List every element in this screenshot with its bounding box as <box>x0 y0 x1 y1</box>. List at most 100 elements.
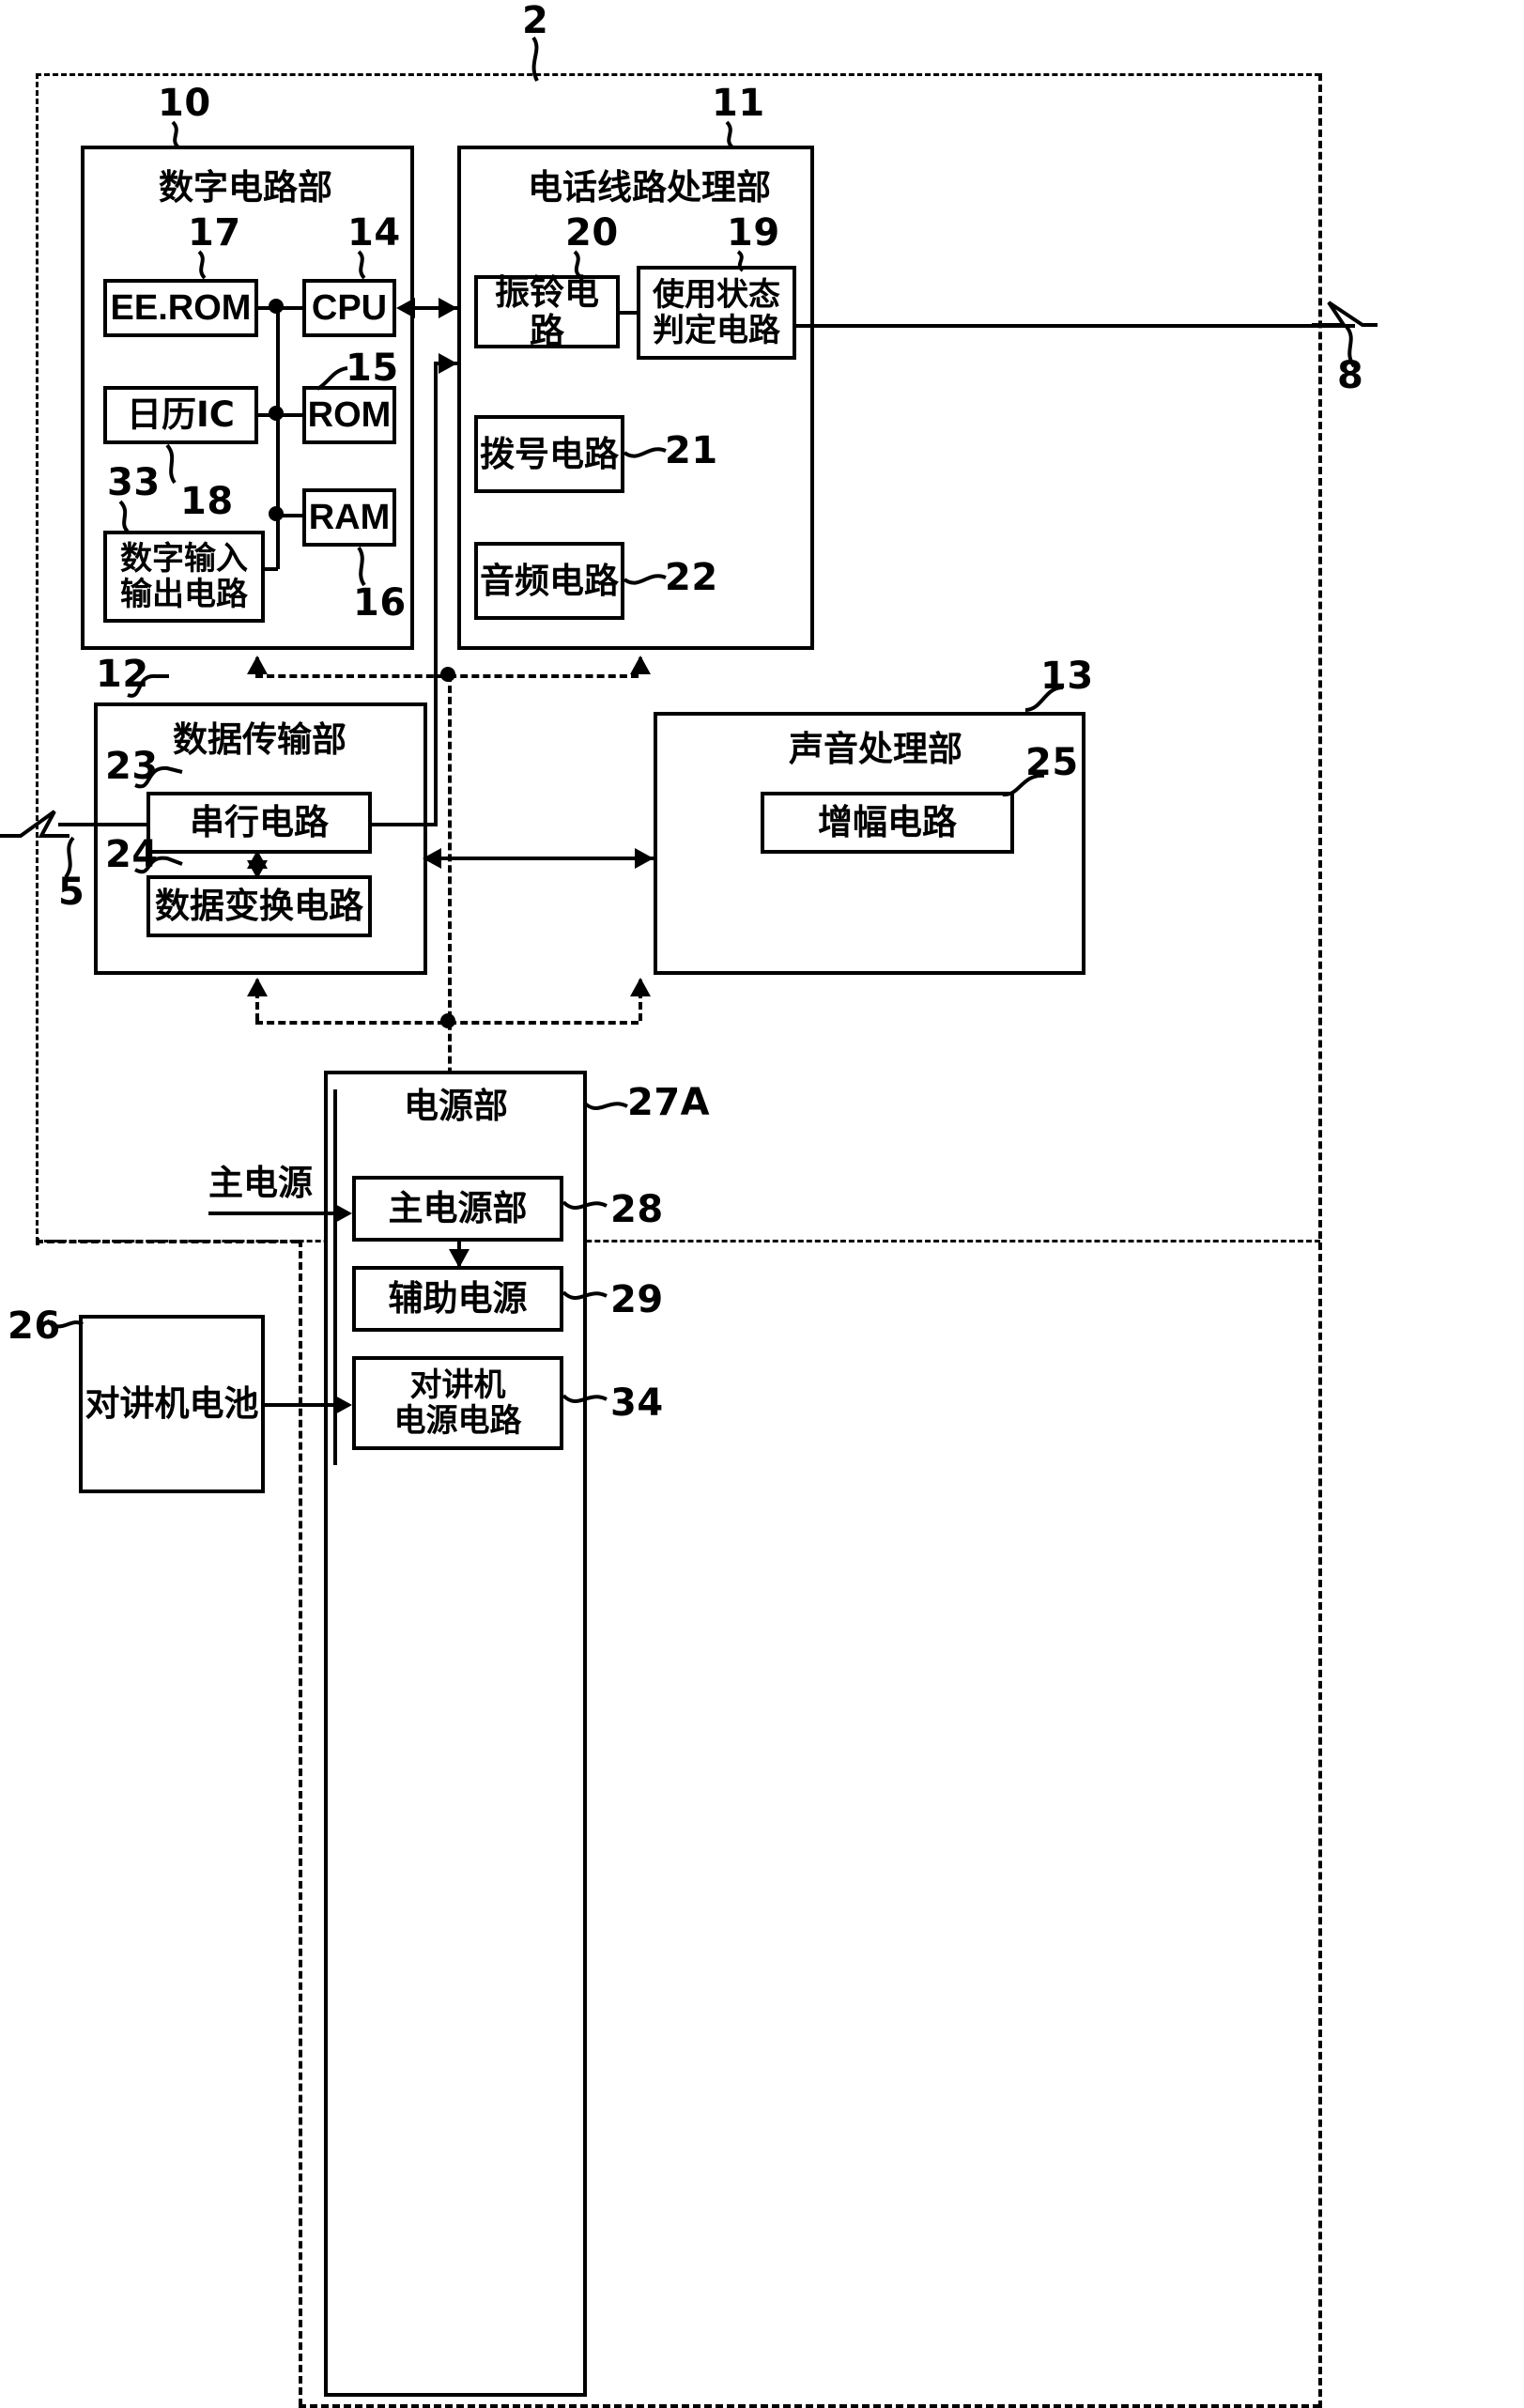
block-digital-io-label-line2: 输出电路 <box>120 576 248 613</box>
ref-label-14: 14 <box>347 211 401 255</box>
block-usage-state-label-line2: 判定电路 <box>653 312 780 349</box>
block-eerom: EE.ROM <box>103 279 258 337</box>
annotation-main-power-input: 主电源 <box>208 1163 313 1203</box>
ref-label-34: 34 <box>610 1382 664 1425</box>
ref-label-22: 22 <box>665 556 718 599</box>
block-data-conversion-label: 数据变换电路 <box>155 886 363 927</box>
arrow-serial-convert-down <box>247 860 268 879</box>
block-dial-circuit: 拨号电路 <box>474 415 624 493</box>
leader-23 <box>134 765 183 789</box>
block-dial-circuit-label: 拨号电路 <box>480 433 619 474</box>
block-serial-circuit: 串行电路 <box>146 792 372 854</box>
ref-label-15: 15 <box>346 347 399 390</box>
power-feed-vertical <box>333 1089 337 1465</box>
ref-label-29: 29 <box>610 1278 664 1321</box>
block-audio-circuit: 音频电路 <box>474 542 624 620</box>
block-main-power-unit-label: 主电源部 <box>388 1188 528 1229</box>
ref-label-21: 21 <box>665 429 718 472</box>
arrow-datatrans-sound-right <box>635 848 654 869</box>
block-eerom-label: EE.ROM <box>110 287 252 328</box>
leader-14 <box>357 250 366 280</box>
leader-20 <box>573 250 581 278</box>
block-usage-state-label-line1: 使用状态 <box>653 275 780 314</box>
outer-enclosure-right-edge <box>1318 73 1322 2408</box>
leader-25 <box>1002 773 1045 797</box>
block-cpu-label: CPU <box>311 287 388 328</box>
junction-ram <box>269 506 284 521</box>
patent-block-diagram: 2 数字电路部 10 EE.ROM 17 CPU 14 日历IC 18 ROM … <box>0 0 1524 2408</box>
group-title-digital-circuit: 数字电路部 <box>159 167 332 208</box>
block-digital-io-label-line1: 数字输入 <box>120 539 248 578</box>
ref-label-10: 10 <box>158 82 211 125</box>
block-ram-label: RAM <box>308 497 391 537</box>
arrow-cpu-telephone-right <box>439 298 457 318</box>
block-calendar-ic: 日历IC <box>103 386 258 444</box>
junction-eerom-cpu <box>269 299 284 314</box>
ref-label-33: 33 <box>107 461 161 504</box>
leader-10 <box>171 120 180 149</box>
block-digital-io: 数字输入 输出电路 <box>103 531 265 623</box>
control-stub-group12 <box>255 980 259 1021</box>
control-stub-group11 <box>639 657 642 674</box>
external-line-5 <box>58 823 146 826</box>
block-amplifier-circuit: 增幅电路 <box>761 792 1014 854</box>
branch-bus-to-telephone-v <box>434 362 438 826</box>
leader-28 <box>562 1200 608 1210</box>
leader-11 <box>725 120 734 149</box>
arrow-cpu-telephone-left <box>396 298 415 318</box>
outer-enclosure-lower-left <box>299 1240 302 2406</box>
external-line-8 <box>796 324 1355 328</box>
ref-label-19: 19 <box>727 211 780 255</box>
block-cpu: CPU <box>302 279 396 337</box>
leader-19 <box>736 250 745 272</box>
arrow-branch-to-telephone <box>439 353 457 374</box>
link-battery-to-intercom-power <box>265 1403 333 1407</box>
leader-27A <box>582 1101 628 1110</box>
outer-enclosure-lower-step <box>36 1240 299 1243</box>
leader-18 <box>165 443 177 485</box>
leader-2 <box>531 36 539 82</box>
leader-22 <box>623 574 667 585</box>
control-stub-group13 <box>639 980 642 1021</box>
block-serial-circuit-label: 串行电路 <box>190 802 329 843</box>
block-ram: RAM <box>302 488 396 547</box>
block-amplifier-circuit-label: 增幅电路 <box>818 802 957 843</box>
link-serial-to-bus-h <box>372 823 434 826</box>
group-title-data-transmission: 数据传输部 <box>173 719 346 760</box>
block-rom: ROM <box>302 386 396 444</box>
ref-label-18: 18 <box>180 480 234 523</box>
block-aux-power-label: 辅助电源 <box>388 1278 528 1320</box>
ref-label-20: 20 <box>565 211 619 255</box>
leader-24 <box>134 856 183 874</box>
leader-15 <box>316 366 348 391</box>
block-ring-circuit-label: 振铃电路 <box>495 271 599 351</box>
arrow-main-to-aux <box>449 1249 470 1268</box>
link-ring-to-usage <box>620 311 637 315</box>
block-intercom-battery-label: 对讲机电池 <box>85 1383 259 1425</box>
leader-17 <box>197 250 207 280</box>
leader-26 <box>45 1319 84 1329</box>
block-calendar-ic-label: 日历IC <box>127 394 235 436</box>
arrow-datatrans-sound-left <box>423 848 441 869</box>
ref-label-11: 11 <box>712 82 765 125</box>
ref-label-28: 28 <box>610 1188 664 1231</box>
ref-label-5: 5 <box>58 871 85 914</box>
block-aux-power: 辅助电源 <box>352 1266 563 1332</box>
ref-label-2: 2 <box>522 0 549 42</box>
block-intercom-power-label-line1: 对讲机 <box>409 1366 506 1404</box>
block-audio-circuit-label: 音频电路 <box>480 560 619 601</box>
input-line-main-power <box>208 1212 333 1215</box>
junction-calic-rom <box>269 406 284 421</box>
ref-label-8: 8 <box>1337 354 1364 397</box>
ref-label-27A: 27A <box>627 1081 711 1124</box>
block-intercom-power-label-line2: 电源电路 <box>393 1402 522 1440</box>
ref-label-17: 17 <box>188 211 241 255</box>
group-title-sound-processing: 声音处理部 <box>789 729 962 769</box>
leader-13 <box>1024 686 1064 712</box>
block-usage-state-decision: 使用状态 判定电路 <box>637 266 796 360</box>
bus-dio <box>265 567 278 571</box>
block-intercom-battery: 对讲机电池 <box>79 1315 265 1493</box>
leader-34 <box>562 1394 608 1403</box>
ref-label-16: 16 <box>353 581 407 625</box>
control-stub-group10 <box>255 657 259 674</box>
